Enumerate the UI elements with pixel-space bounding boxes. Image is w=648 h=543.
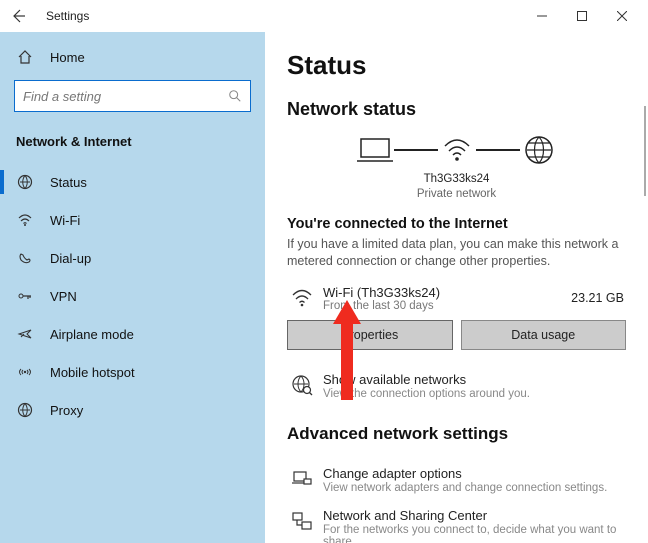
advanced-heading: Advanced network settings: [287, 424, 626, 444]
nav-dialup[interactable]: Dial-up: [0, 239, 265, 277]
adapter-options-link[interactable]: Change adapter options View network adap…: [287, 466, 626, 494]
adapter-icon: [287, 466, 317, 490]
network-type-label: Private network: [287, 187, 626, 202]
nav-proxy[interactable]: Proxy: [0, 391, 265, 429]
scrollbar[interactable]: [644, 106, 647, 196]
nav-label: VPN: [50, 289, 77, 304]
nav-label: Status: [50, 175, 87, 190]
hotspot-icon: [16, 364, 34, 380]
show-networks-link[interactable]: Show available networks View the connect…: [287, 372, 626, 400]
back-button[interactable]: [0, 0, 36, 32]
wifi-period: From the last 30 days: [323, 300, 571, 312]
globe-search-icon: [287, 372, 317, 396]
connected-desc: If you have a limited data plan, you can…: [287, 236, 626, 271]
status-icon: [16, 174, 34, 190]
arrow-left-icon: [10, 8, 26, 24]
wifi-usage: 23.21 GB: [571, 291, 624, 305]
home-icon: [16, 49, 34, 65]
search-box[interactable]: [14, 80, 251, 112]
page-title: Status: [287, 50, 626, 81]
wifi-icon: [16, 212, 34, 228]
home-nav[interactable]: Home: [0, 38, 265, 76]
nav-label: Dial-up: [50, 251, 91, 266]
show-networks-title: Show available networks: [323, 372, 626, 387]
connected-title: You're connected to the Internet: [287, 216, 626, 232]
search-icon: [228, 89, 242, 103]
maximize-button[interactable]: [562, 1, 602, 31]
globe-icon: [520, 134, 558, 166]
sharing-center-link[interactable]: Network and Sharing Center For the netwo…: [287, 508, 626, 543]
search-input[interactable]: [23, 89, 228, 104]
diagram-caption: Th3G33ks24 Private network: [287, 172, 626, 202]
ssid-label: Th3G33ks24: [287, 172, 626, 187]
wifi-usage-row: Wi-Fi (Th3G33ks24) From the last 30 days…: [287, 285, 626, 312]
nav-wifi[interactable]: Wi-Fi: [0, 201, 265, 239]
adapter-sub: View network adapters and change connect…: [323, 482, 626, 494]
nav-label: Proxy: [50, 403, 83, 418]
dialup-icon: [16, 250, 34, 266]
airplane-icon: [16, 326, 34, 342]
nav-label: Wi-Fi: [50, 213, 80, 228]
nav-label: Airplane mode: [50, 327, 134, 342]
wifi-icon: [287, 286, 317, 310]
nav-label: Mobile hotspot: [50, 365, 135, 380]
vpn-icon: [16, 288, 34, 304]
sidebar: Home Network & Internet Status Wi-Fi Dia…: [0, 32, 265, 543]
wifi-router-icon: [438, 135, 476, 165]
proxy-icon: [16, 402, 34, 418]
app-title: Settings: [46, 9, 89, 23]
sharing-icon: [287, 508, 317, 532]
nav-status[interactable]: Status: [0, 163, 265, 201]
close-button[interactable]: [602, 1, 642, 31]
pc-icon: [356, 135, 394, 165]
wifi-name: Wi-Fi (Th3G33ks24): [323, 285, 571, 300]
data-usage-button[interactable]: Data usage: [461, 320, 627, 350]
network-diagram: [287, 134, 626, 166]
minimize-button[interactable]: [522, 1, 562, 31]
home-label: Home: [50, 50, 85, 65]
sharing-sub: For the networks you connect to, decide …: [323, 524, 626, 543]
nav-hotspot[interactable]: Mobile hotspot: [0, 353, 265, 391]
show-networks-sub: View the connection options around you.: [323, 388, 626, 400]
nav-airplane[interactable]: Airplane mode: [0, 315, 265, 353]
section-header: Network & Internet: [0, 124, 265, 163]
sharing-title: Network and Sharing Center: [323, 508, 626, 523]
nav-vpn[interactable]: VPN: [0, 277, 265, 315]
main-content: Status Network status Th3G33ks24 Private…: [265, 32, 648, 543]
network-status-heading: Network status: [287, 99, 626, 120]
properties-button[interactable]: Properties: [287, 320, 453, 350]
adapter-title: Change adapter options: [323, 466, 626, 481]
